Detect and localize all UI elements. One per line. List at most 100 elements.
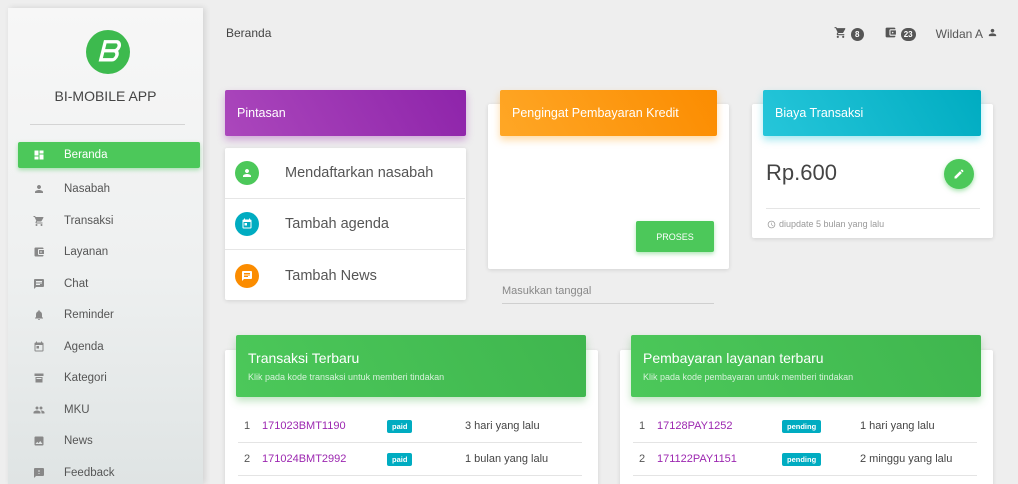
sidebar-item-label: Layanan — [64, 246, 109, 259]
transaction-fee-title: Biaya Transaksi — [775, 106, 864, 120]
sidebar-item-reminder[interactable]: Reminder — [18, 300, 200, 332]
sidebar-item-transaksi[interactable]: Transaksi — [18, 205, 200, 237]
recent-payments-title: Pembayaran layanan terbaru — [643, 350, 824, 366]
sidebar-item-kategori[interactable]: Kategori — [18, 363, 200, 395]
row-time: 2 minggu yang lalu — [860, 453, 953, 465]
date-input[interactable]: Masukkan tanggal — [502, 285, 714, 304]
row-number: 2 — [639, 453, 646, 465]
person-icon — [30, 182, 48, 196]
sidebar-item-feedback[interactable]: Feedback — [18, 457, 200, 484]
shortcut-label: Mendaftarkan nasabah — [285, 165, 434, 181]
row-number: 2 — [244, 453, 251, 465]
group-icon — [30, 403, 48, 417]
calendar-icon — [30, 340, 48, 354]
payment-code-link[interactable]: 17128PAY1252 — [657, 420, 782, 432]
shortcut-add-agenda[interactable]: Tambah agenda — [225, 199, 465, 250]
shortcut-label: Tambah agenda — [285, 216, 389, 232]
sidebar-item-label: Kategori — [64, 372, 107, 385]
cart-button[interactable]: 8 — [834, 26, 864, 42]
cart-icon — [834, 26, 847, 42]
topbar-actions: 8 23 Wildan A — [814, 26, 998, 42]
shortcut-add-news[interactable]: Tambah News — [225, 250, 465, 301]
shortcut-label: Tambah News — [285, 267, 377, 284]
sidebar-item-chat[interactable]: Chat — [18, 268, 200, 300]
sidebar-item-news[interactable]: News — [18, 426, 200, 458]
feedback-icon — [30, 466, 48, 480]
sidebar-item-nasabah[interactable]: Nasabah — [18, 174, 200, 206]
proses-button[interactable]: PROSES — [636, 221, 714, 252]
sidebar-divider — [30, 124, 185, 125]
table-row: 1 171023BMT1190 paid 3 hari yang lalu — [238, 410, 582, 443]
chat-icon — [30, 277, 48, 291]
sidebar-item-agenda[interactable]: Agenda — [18, 331, 200, 363]
sidebar-nav: Beranda Nasabah Transaksi Layanan Chat R… — [18, 142, 200, 484]
sidebar-item-label: Agenda — [64, 340, 104, 353]
wallet-button[interactable]: 23 — [884, 26, 916, 42]
status-badge: pending — [782, 420, 822, 433]
category-icon — [30, 371, 48, 385]
calendar-icon — [235, 212, 259, 236]
pencil-icon — [954, 169, 964, 179]
shortcuts-title: Pintasan — [237, 106, 286, 120]
app-name: BI-MOBILE APP — [54, 88, 157, 104]
app-logo: ᗷ — [86, 30, 130, 74]
row-number: 1 — [639, 420, 646, 432]
sidebar-item-label: MKU — [64, 403, 90, 416]
wallet-icon — [30, 245, 48, 259]
sidebar-item-beranda[interactable]: Beranda — [18, 142, 200, 168]
recent-transactions-header: Transaksi Terbaru Klik pada kode transak… — [236, 335, 586, 397]
sidebar-item-label: Nasabah — [64, 183, 111, 196]
breadcrumb: Beranda — [226, 26, 272, 40]
sidebar-item-layanan[interactable]: Layanan — [18, 237, 200, 269]
payment-code-link[interactable]: 171122PAY1151 — [657, 453, 782, 465]
table-row: 2 171024BMT2992 paid 1 bulan yang lalu — [238, 443, 582, 476]
row-time: 1 hari yang lalu — [860, 420, 935, 432]
user-menu[interactable]: Wildan A — [936, 27, 998, 41]
recent-transactions-subtitle: Klik pada kode transaksi untuk memberi t… — [248, 372, 445, 382]
fee-amount: Rp.600 — [766, 160, 837, 185]
credit-reminder-header: Pengingat Pembayaran Kredit — [500, 90, 717, 136]
row-number: 1 — [244, 420, 251, 432]
status-badge: pending — [782, 453, 822, 466]
row-time: 3 hari yang lalu — [465, 420, 540, 432]
transaction-code-link[interactable]: 171024BMT2992 — [262, 453, 387, 465]
status-badge: paid — [387, 453, 413, 466]
wallet-icon — [884, 26, 897, 42]
edit-fee-button[interactable] — [944, 159, 974, 189]
recent-payments-subtitle: Klik pada kode pembayaran untuk memberi … — [643, 372, 854, 382]
recent-transactions-title: Transaksi Terbaru — [248, 350, 360, 366]
table-row: 2 171122PAY1151 pending 2 minggu yang la… — [633, 443, 977, 476]
sidebar-item-label: Transaksi — [64, 214, 114, 227]
status-badge: paid — [387, 420, 413, 433]
dashboard-icon — [30, 148, 48, 162]
chat-icon — [235, 263, 259, 288]
user-name: Wildan A — [935, 27, 983, 41]
bell-icon — [30, 308, 48, 322]
sidebar: ᗷ BI-MOBILE APP Beranda Nasabah Transaks… — [8, 8, 203, 484]
fee-updated-text: diupdate 5 bulan yang lalu — [779, 219, 885, 229]
sidebar-item-label: Chat — [64, 277, 89, 290]
sidebar-item-label: Feedback — [64, 466, 115, 479]
sidebar-item-mku[interactable]: MKU — [18, 394, 200, 426]
person-icon — [983, 27, 998, 41]
shortcut-register-customer[interactable]: Mendaftarkan nasabah — [225, 148, 465, 199]
wallet-count-badge: 23 — [900, 27, 916, 41]
shortcuts-card: Mendaftarkan nasabah Tambah agenda Tamba… — [225, 148, 466, 300]
transaction-code-link[interactable]: 171023BMT1190 — [262, 420, 387, 432]
image-icon — [30, 434, 48, 448]
recent-payments-header: Pembayaran layanan terbaru Klik pada kod… — [631, 335, 981, 397]
sidebar-item-label: News — [64, 435, 93, 448]
cart-count-badge: 8 — [850, 27, 864, 41]
row-time: 1 bulan yang lalu — [465, 453, 549, 465]
table-row: 1 17128PAY1252 pending 1 hari yang lalu — [633, 410, 977, 443]
transaction-fee-header: Biaya Transaksi — [763, 90, 981, 136]
credit-reminder-title: Pengingat Pembayaran Kredit — [512, 106, 679, 120]
fee-divider — [766, 208, 980, 209]
person-icon — [235, 161, 259, 185]
shortcuts-header: Pintasan — [225, 90, 466, 136]
cart-icon — [30, 214, 48, 228]
fee-updated: diupdate 5 bulan yang lalu — [767, 219, 884, 229]
sidebar-item-label: Reminder — [64, 309, 114, 322]
sidebar-item-label: Beranda — [64, 149, 108, 161]
clock-icon — [767, 220, 776, 228]
